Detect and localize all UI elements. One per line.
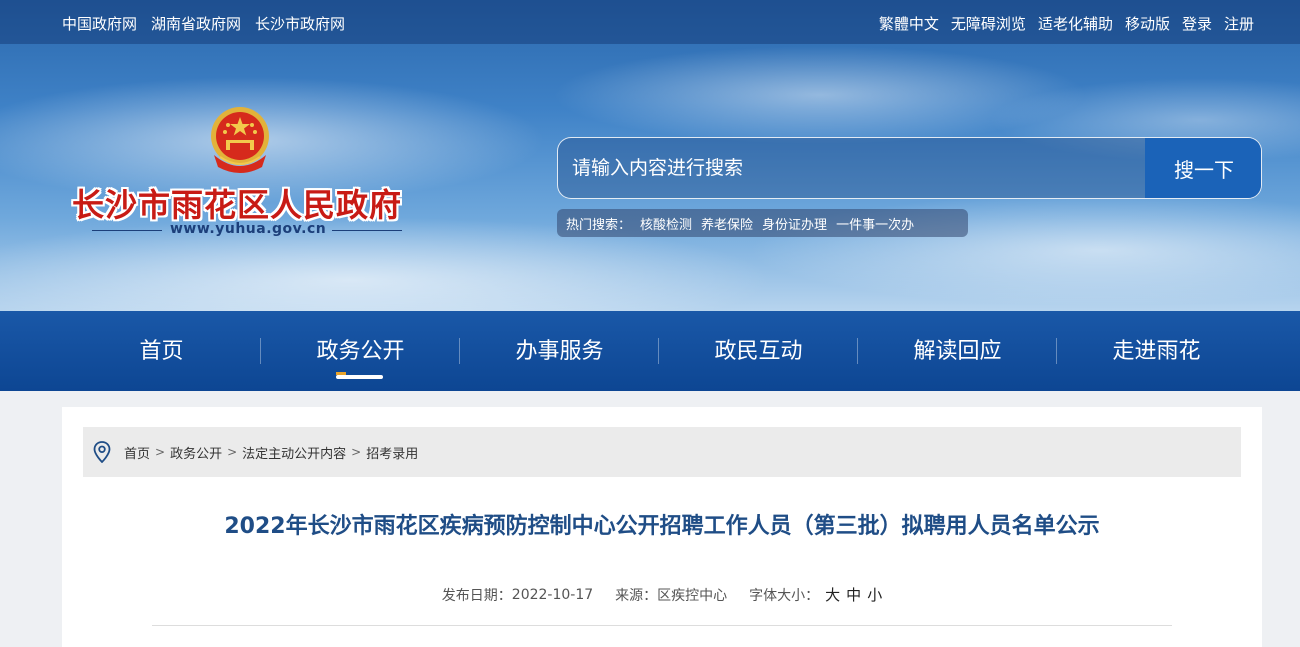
article-source: 区疾控中心 xyxy=(657,587,728,604)
date-label: 发布日期： xyxy=(441,587,512,604)
breadcrumb-home[interactable]: 首页 xyxy=(124,443,150,462)
link-accessibility[interactable]: 无障碍浏览 xyxy=(951,13,1026,34)
font-size-large[interactable]: 大 xyxy=(825,584,840,605)
hot-search-item[interactable]: 身份证办理 xyxy=(762,214,827,233)
nav-item-services[interactable]: 办事服务 xyxy=(460,311,659,391)
content-divider xyxy=(152,625,1172,626)
location-pin-icon xyxy=(93,441,111,463)
nav-active-indicator xyxy=(336,375,383,379)
link-register[interactable]: 注册 xyxy=(1224,13,1254,34)
nav-item-interaction[interactable]: 政民互动 xyxy=(659,311,858,391)
site-domain: www.yuhua.gov.cn xyxy=(170,221,327,237)
article-meta: 发布日期： 2022-10-17 来源： 区疾控中心 字体大小： 大 中 小 xyxy=(62,584,1262,605)
search-input[interactable] xyxy=(558,138,1145,198)
link-changsha-gov[interactable]: 长沙市政府网 xyxy=(255,13,345,34)
nav-item-interpretation[interactable]: 解读回应 xyxy=(858,311,1057,391)
hot-search-item[interactable]: 一件事一次办 xyxy=(836,214,914,233)
main-nav: 首页 政务公开 办事服务 政民互动 解读回应 走进雨花 xyxy=(0,311,1300,391)
national-emblem-icon xyxy=(211,107,269,173)
publish-date: 2022-10-17 xyxy=(511,586,594,603)
link-traditional-chinese[interactable]: 繁體中文 xyxy=(879,13,939,34)
nav-item-gov-affairs[interactable]: 政务公开 xyxy=(261,311,460,391)
breadcrumb-separator-icon: > xyxy=(155,445,166,459)
hot-search-label: 热门搜索： xyxy=(566,217,632,233)
search-box: 搜一下 xyxy=(557,137,1262,199)
link-mobile[interactable]: 移动版 xyxy=(1125,13,1170,34)
nav-item-about-yuhua[interactable]: 走进雨花 xyxy=(1057,311,1256,391)
article-title: 2022年长沙市雨花区疾病预防控制中心公开招聘工作人员（第三批）拟聘用人员名单公… xyxy=(224,514,1100,539)
divider-line xyxy=(92,230,162,231)
breadcrumb-statutory[interactable]: 法定主动公开内容 xyxy=(242,443,346,462)
font-size-label: 字体大小： xyxy=(749,587,820,604)
link-login[interactable]: 登录 xyxy=(1182,13,1212,34)
link-china-gov[interactable]: 中国政府网 xyxy=(62,13,137,34)
divider-line xyxy=(332,230,402,231)
nav-active-accent xyxy=(336,372,346,375)
breadcrumb-gov-affairs[interactable]: 政务公开 xyxy=(170,443,222,462)
breadcrumb-recruitment[interactable]: 招考录用 xyxy=(366,443,418,462)
content-card: 首页 > 政务公开 > 法定主动公开内容 > 招考录用 2022年长沙市雨花区疾… xyxy=(62,407,1262,647)
breadcrumb: 首页 > 政务公开 > 法定主动公开内容 > 招考录用 xyxy=(83,427,1241,477)
font-size-small[interactable]: 小 xyxy=(867,584,882,605)
top-bar: 中国政府网 湖南省政府网 长沙市政府网 繁體中文 无障碍浏览 适老化辅助 移动版… xyxy=(0,0,1300,44)
nav-item-home[interactable]: 首页 xyxy=(62,311,261,391)
utility-links: 繁體中文 无障碍浏览 适老化辅助 移动版 登录 注册 xyxy=(879,13,1254,34)
hot-search-item[interactable]: 养老保险 xyxy=(701,214,753,233)
site-domain-block: www.yuhua.gov.cn xyxy=(92,221,402,239)
search-button[interactable]: 搜一下 xyxy=(1145,138,1261,198)
link-elderly-mode[interactable]: 适老化辅助 xyxy=(1038,13,1113,34)
hot-search-bar: 热门搜索： 核酸检测 养老保险 身份证办理 一件事一次办 xyxy=(557,209,968,237)
breadcrumb-separator-icon: > xyxy=(227,445,238,459)
site-title[interactable]: 长沙市雨花区人民政府 xyxy=(72,180,402,226)
link-hunan-gov[interactable]: 湖南省政府网 xyxy=(151,13,241,34)
source-label: 来源： xyxy=(615,587,658,604)
font-size-medium[interactable]: 中 xyxy=(846,584,861,605)
breadcrumb-separator-icon: > xyxy=(351,445,362,459)
gov-links: 中国政府网 湖南省政府网 长沙市政府网 xyxy=(62,13,345,34)
hot-search-item[interactable]: 核酸检测 xyxy=(640,214,692,233)
